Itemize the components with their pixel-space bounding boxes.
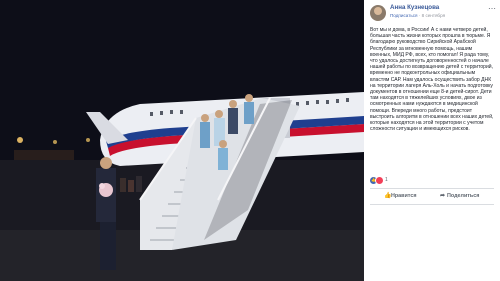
reactions-summary[interactable]: 1 bbox=[370, 176, 494, 186]
more-options-icon[interactable]: ⋯ bbox=[488, 5, 496, 13]
facebook-photo-viewer: Анна Кузнецова Подписаться · 8 сентября … bbox=[0, 0, 500, 281]
divider-bottom bbox=[370, 204, 494, 205]
post-meta: Подписаться · 8 сентября bbox=[390, 13, 446, 18]
author-name-link[interactable]: Анна Кузнецова bbox=[390, 4, 439, 11]
love-reaction-icon bbox=[375, 176, 384, 185]
subscribe-link[interactable]: Подписаться bbox=[390, 13, 418, 18]
author-avatar[interactable] bbox=[370, 5, 386, 21]
share-arrow-icon: ➦ bbox=[440, 193, 446, 199]
like-button[interactable]: 👍Нравится bbox=[384, 190, 417, 202]
reactions-count: 1 bbox=[385, 177, 388, 183]
post-actions: 👍Нравится ➦ Поделиться bbox=[370, 190, 494, 202]
post-text: Вот мы и дома, в России! А с нами четвер… bbox=[370, 27, 494, 133]
divider-top bbox=[370, 188, 494, 189]
like-label: Нравится bbox=[391, 193, 417, 199]
post-side-panel: Анна Кузнецова Подписаться · 8 сентября … bbox=[364, 0, 500, 281]
share-label: Поделиться bbox=[447, 193, 480, 199]
post-photo[interactable] bbox=[0, 0, 364, 281]
share-button[interactable]: ➦ Поделиться bbox=[440, 190, 479, 202]
post-header: Анна Кузнецова Подписаться · 8 сентября … bbox=[370, 4, 496, 22]
airport-scene-image bbox=[0, 0, 364, 281]
thumbs-up-icon: 👍 bbox=[384, 193, 392, 199]
post-date[interactable]: 8 сентября bbox=[422, 13, 445, 18]
